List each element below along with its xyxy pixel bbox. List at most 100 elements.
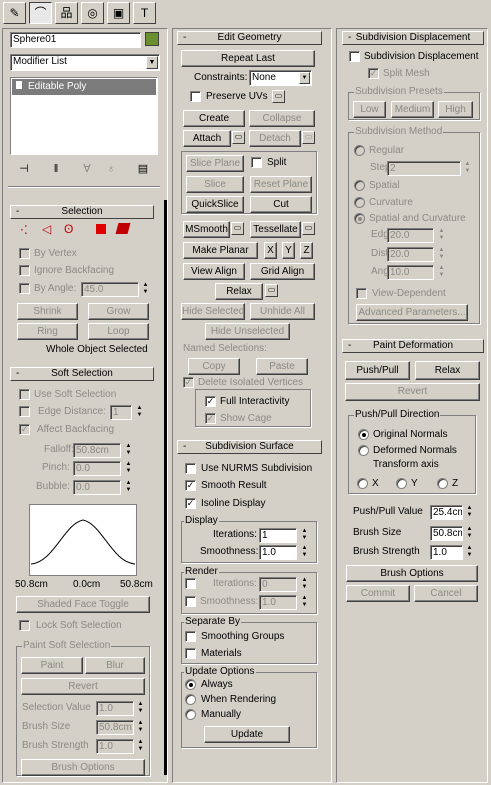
spinner-icon[interactable]: ▲ ▼: [465, 526, 474, 541]
planar-z-button[interactable]: Z: [300, 242, 313, 259]
affect-backfacing-checkbox[interactable]: ✓: [19, 424, 30, 435]
attach-button[interactable]: Attach: [183, 130, 231, 147]
by-angle-field[interactable]: 45.0: [81, 282, 139, 297]
view-align-button[interactable]: View Align: [183, 263, 245, 280]
spatial-and-curvature-radio[interactable]: [354, 213, 365, 224]
by-vertex-checkbox[interactable]: [19, 248, 30, 259]
view-dependent-checkbox[interactable]: [356, 288, 367, 299]
create-button[interactable]: Create: [183, 110, 245, 127]
when-rendering-radio[interactable]: [185, 694, 196, 705]
shaded-face-toggle-button[interactable]: Shaded Face Toggle: [16, 596, 150, 613]
paint-brush-strength-field[interactable]: 1.0: [430, 545, 463, 560]
pinch-field[interactable]: 0.0: [73, 461, 121, 476]
brush-options-button[interactable]: Brush Options: [21, 759, 145, 776]
full-interactivity-checkbox[interactable]: ✓: [205, 396, 216, 407]
preserve-uvs-checkbox[interactable]: [190, 91, 201, 102]
render-smoothness-field[interactable]: 1.0: [259, 595, 297, 610]
paint-deformation-rollout-header[interactable]: - Paint Deformation: [342, 339, 484, 353]
axis-x-radio[interactable]: [357, 478, 368, 489]
vertex-mode-icon[interactable]: ⋅⁚: [20, 223, 28, 237]
object-name-field[interactable]: Sphere01: [10, 32, 141, 48]
msmooth-settings-icon[interactable]: ▭: [231, 222, 244, 235]
render-iterations-field[interactable]: 0: [259, 577, 297, 592]
hierarchy-tab[interactable]: 品: [55, 2, 78, 24]
original-normals-radio[interactable]: [358, 429, 369, 440]
copy-button[interactable]: Copy: [188, 358, 240, 375]
spinner-icon[interactable]: ▲ ▼: [135, 405, 144, 420]
update-button[interactable]: Update: [204, 726, 290, 743]
smooth-result-checkbox[interactable]: ✓: [185, 480, 196, 491]
spinner-icon[interactable]: ▲ ▼: [300, 595, 309, 610]
push-pull-value-field[interactable]: 25.4cm: [430, 505, 463, 520]
quickslice-button[interactable]: QuickSlice: [186, 196, 244, 213]
spinner-icon[interactable]: ▲ ▼: [465, 505, 474, 520]
unhide-all-button[interactable]: Unhide All: [250, 303, 315, 320]
use-nurms-checkbox[interactable]: [185, 463, 196, 474]
soft-selection-rollout-header[interactable]: - Soft Selection: [10, 367, 154, 381]
spinner-icon[interactable]: ▲ ▼: [437, 247, 446, 262]
remove-modifier-icon[interactable]: ♁: [104, 163, 118, 175]
repeat-last-button[interactable]: Repeat Last: [181, 50, 315, 67]
planar-x-button[interactable]: X: [264, 242, 277, 259]
tessellate-settings-icon[interactable]: ▭: [302, 222, 315, 235]
always-radio[interactable]: [185, 679, 196, 690]
spinner-icon[interactable]: ▲ ▼: [136, 720, 145, 735]
scrollbar[interactable]: [164, 200, 167, 775]
split-mesh-checkbox[interactable]: ✓: [368, 68, 379, 79]
preset-high-button[interactable]: High: [438, 101, 473, 118]
angle-field[interactable]: 10.0: [387, 265, 434, 280]
revert-button[interactable]: Revert: [21, 678, 145, 695]
tessellate-button[interactable]: Tessellate: [250, 221, 301, 238]
spinner-icon[interactable]: ▲ ▼: [300, 545, 309, 560]
spinner-icon[interactable]: ▲ ▼: [141, 282, 150, 297]
spinner-icon[interactable]: ▲ ▼: [300, 577, 309, 592]
modifier-list-dropdown[interactable]: Modifier List ▼: [10, 54, 160, 71]
manually-radio[interactable]: [185, 709, 196, 720]
cut-button[interactable]: Cut: [250, 196, 312, 213]
subdivision-displacement-checkbox[interactable]: [349, 51, 360, 62]
paint-button[interactable]: Paint: [21, 657, 83, 674]
preserve-uvs-settings-icon[interactable]: ▭: [272, 90, 285, 103]
paint-brush-size-field[interactable]: 50.8cm: [430, 526, 463, 541]
iterations-field[interactable]: 1: [259, 528, 297, 543]
spinner-icon[interactable]: ▲ ▼: [124, 461, 133, 476]
preset-low-button[interactable]: Low: [353, 101, 386, 118]
render-iterations-checkbox[interactable]: [185, 578, 196, 589]
lock-soft-selection-checkbox[interactable]: [19, 620, 30, 631]
curvature-radio[interactable]: [354, 197, 365, 208]
spinner-icon[interactable]: ▲ ▼: [465, 545, 474, 560]
deformed-normals-radio[interactable]: [358, 445, 369, 456]
detach-button[interactable]: Detach: [249, 130, 301, 147]
subdivision-surface-rollout-header[interactable]: - Subdivision Surface: [177, 440, 322, 454]
smoothing-groups-checkbox[interactable]: [185, 631, 196, 642]
brush-strength-field[interactable]: 1.0: [96, 739, 134, 754]
planar-y-button[interactable]: Y: [282, 242, 295, 259]
spinner-icon[interactable]: ▲ ▼: [136, 701, 145, 716]
advanced-parameters-button[interactable]: Advanced Parameters...: [356, 304, 468, 321]
hide-selected-button[interactable]: Hide Selected: [181, 303, 245, 320]
slice-plane-button[interactable]: Slice Plane: [186, 155, 244, 172]
pin-stack-icon[interactable]: ⊣: [17, 163, 31, 175]
falloff-field[interactable]: 50.8cm: [73, 443, 121, 458]
spinner-icon[interactable]: ▲ ▼: [124, 443, 133, 458]
edge-distance-checkbox[interactable]: [19, 406, 30, 417]
distance-field[interactable]: 20.0: [387, 247, 434, 262]
grid-align-button[interactable]: Grid Align: [250, 263, 315, 280]
smoothness-field[interactable]: 1.0: [259, 545, 297, 560]
bubble-field[interactable]: 0.0: [73, 480, 121, 495]
border-mode-icon[interactable]: ʘ: [64, 222, 73, 236]
ring-button[interactable]: Ring: [17, 323, 78, 340]
selection-rollout-header[interactable]: - Selection: [10, 205, 154, 219]
make-planar-button[interactable]: Make Planar: [183, 242, 258, 259]
commit-button[interactable]: Commit: [346, 585, 410, 602]
spinner-icon[interactable]: ▲ ▼: [463, 161, 472, 176]
edit-geometry-rollout-header[interactable]: - Edit Geometry: [177, 31, 322, 45]
by-angle-checkbox[interactable]: [19, 283, 30, 294]
msmooth-button[interactable]: MSmooth: [183, 221, 230, 238]
utilities-tab[interactable]: T: [133, 2, 156, 24]
edge-mode-icon[interactable]: ◁: [42, 222, 51, 236]
show-end-result-icon[interactable]: ‖: [49, 163, 63, 175]
paste-button[interactable]: Paste: [256, 358, 308, 375]
grow-button[interactable]: Grow: [88, 303, 149, 320]
create-tab[interactable]: ✎: [3, 2, 26, 24]
